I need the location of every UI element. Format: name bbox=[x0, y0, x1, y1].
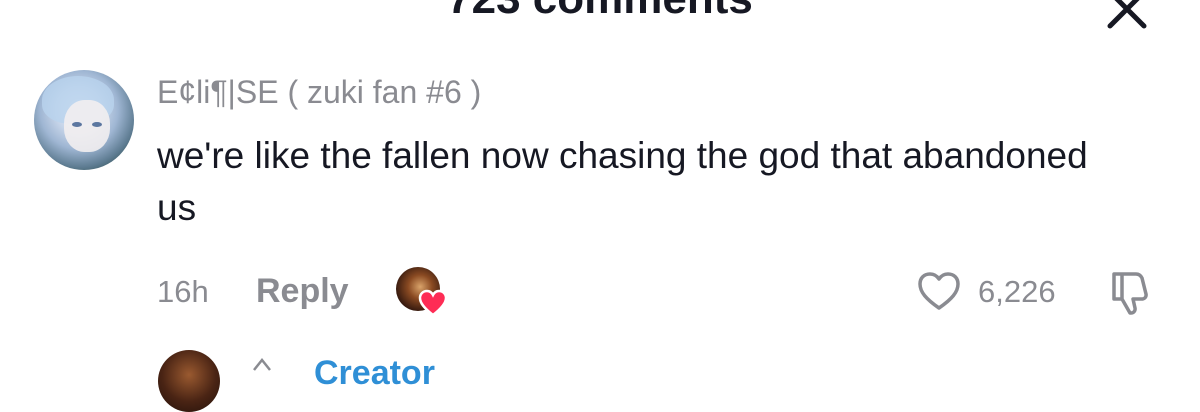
liked-by-creator-indicator bbox=[396, 265, 448, 317]
next-comment-row: Creator bbox=[0, 344, 1200, 412]
comment-actions-row: 16h Reply 6,226 bbox=[0, 262, 1200, 322]
reply-button[interactable]: Reply bbox=[256, 272, 349, 311]
commenter-avatar[interactable] bbox=[34, 70, 134, 170]
thumbs-down-icon[interactable] bbox=[1106, 268, 1156, 316]
comment-username[interactable]: E¢li¶|SE ( zuki fan #6 ) bbox=[157, 74, 481, 111]
comment-timestamp: 16h bbox=[157, 274, 209, 309]
close-icon[interactable] bbox=[1104, 0, 1150, 32]
avatar-eye bbox=[72, 122, 82, 127]
comments-header-title: 723 comments bbox=[0, 0, 1200, 24]
avatar-face bbox=[64, 100, 110, 152]
creator-reply-avatar[interactable] bbox=[158, 350, 220, 412]
chevron-up-icon bbox=[253, 357, 271, 371]
creator-heart-icon bbox=[418, 289, 448, 317]
heart-outline-icon[interactable] bbox=[916, 270, 962, 312]
avatar-eye bbox=[92, 122, 102, 127]
like-count: 6,226 bbox=[978, 274, 1056, 309]
comment-text: we're like the fallen now chasing the go… bbox=[157, 135, 1088, 228]
creator-badge: Creator bbox=[314, 354, 435, 392]
